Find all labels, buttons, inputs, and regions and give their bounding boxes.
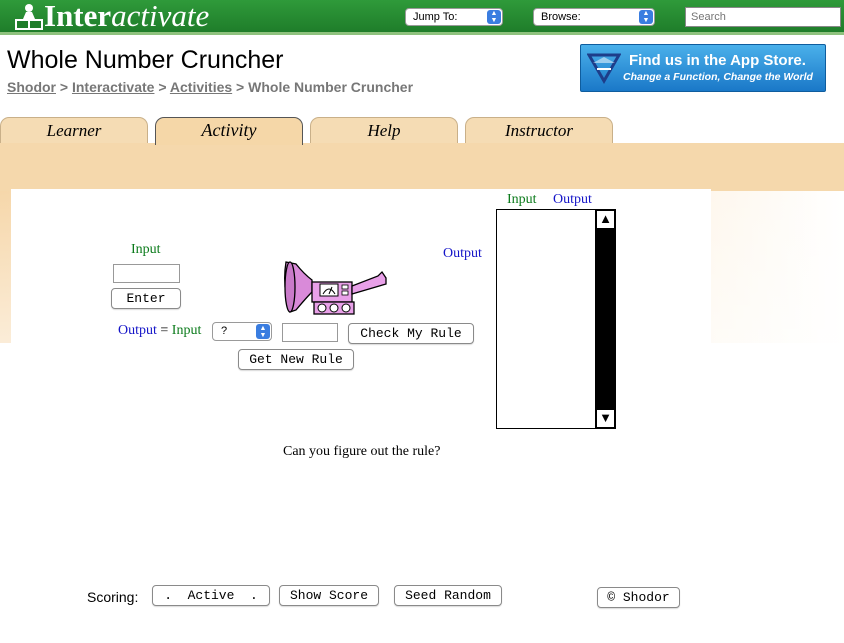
page-title: Whole Number Cruncher <box>7 46 284 74</box>
rule-output-text: Output <box>118 323 157 338</box>
function-logo-icon <box>587 53 621 85</box>
check-my-rule-button[interactable]: Check My Rule <box>348 323 474 344</box>
breadcrumb-separator: > <box>236 79 245 95</box>
output-label: Output <box>443 246 482 261</box>
select-arrows-icon: ▲ ▼ <box>639 10 653 24</box>
rule-value-field[interactable] <box>282 323 338 342</box>
breadcrumb-shodor-link[interactable]: Shodor <box>7 79 56 95</box>
jump-to-select[interactable]: Jump To: ▲ ▼ <box>405 8 503 26</box>
rule-equals-text: = <box>160 323 169 338</box>
breadcrumb-separator: > <box>158 79 167 95</box>
banner-headline: Find us in the App Store. <box>629 52 806 69</box>
logo-text-inter: Inter <box>44 0 112 33</box>
browse-label: Browse: <box>541 11 581 23</box>
top-navigation-bar: Interactivate Jump To: ▲ ▼ Browse: ▲ ▼ <box>0 0 844 35</box>
input-output-history-table <box>496 209 597 429</box>
tab-learner[interactable]: Learner <box>0 117 148 144</box>
shodor-copyright-button[interactable]: © Shodor <box>597 587 680 608</box>
jump-to-label: Jump To: <box>413 11 458 23</box>
app-store-banner[interactable]: Find us in the App Store. Change a Funct… <box>580 44 826 92</box>
number-cruncher-machine-icon <box>284 261 387 315</box>
input-number-field[interactable] <box>113 264 180 283</box>
search-input[interactable] <box>685 7 841 27</box>
table-header-input: Input <box>507 192 537 207</box>
show-score-button[interactable]: Show Score <box>279 585 379 606</box>
select-arrows-icon: ▲ ▼ <box>256 324 270 339</box>
scroll-up-arrow-icon[interactable]: ▲ <box>597 211 614 228</box>
logo-text-activate: activate <box>111 0 210 33</box>
history-scrollbar[interactable]: ▲ ▼ <box>595 209 616 429</box>
breadcrumb-separator: > <box>59 79 69 95</box>
rule-input-text: Input <box>171 323 202 338</box>
operator-select[interactable]: ? ▲ ▼ <box>212 322 272 341</box>
enter-button[interactable]: Enter <box>111 288 181 309</box>
reading-person-logo-icon <box>15 4 43 30</box>
content-header-strip <box>0 143 844 191</box>
banner-tagline: Change a Function, Change the World <box>623 71 813 83</box>
rule-equation-label: Output = Input <box>118 323 201 339</box>
operator-selected-value: ? <box>221 325 228 337</box>
breadcrumb-current: Whole Number Cruncher <box>248 79 414 95</box>
seed-random-button[interactable]: Seed Random <box>394 585 502 606</box>
get-new-rule-button[interactable]: Get New Rule <box>238 349 354 370</box>
input-label: Input <box>131 242 161 257</box>
scoring-label: Scoring: <box>87 589 139 605</box>
tab-instructor[interactable]: Instructor <box>465 117 613 144</box>
breadcrumb-interactivate-link[interactable]: Interactivate <box>72 79 154 95</box>
scoring-active-button[interactable]: . Active . <box>152 585 270 606</box>
scroll-down-arrow-icon[interactable]: ▼ <box>597 410 614 427</box>
table-header-output: Output <box>553 192 592 207</box>
breadcrumb: Shodor > Interactivate > Activities > Wh… <box>7 79 413 95</box>
tab-help[interactable]: Help <box>310 117 458 144</box>
interactivate-logo[interactable]: Interactivate <box>44 0 209 35</box>
breadcrumb-activities-link[interactable]: Activities <box>170 79 232 95</box>
select-arrows-icon: ▲ ▼ <box>487 10 501 24</box>
prompt-text: Can you figure out the rule? <box>283 444 441 459</box>
tab-activity[interactable]: Activity <box>155 117 303 145</box>
browse-select[interactable]: Browse: ▲ ▼ <box>533 8 655 26</box>
